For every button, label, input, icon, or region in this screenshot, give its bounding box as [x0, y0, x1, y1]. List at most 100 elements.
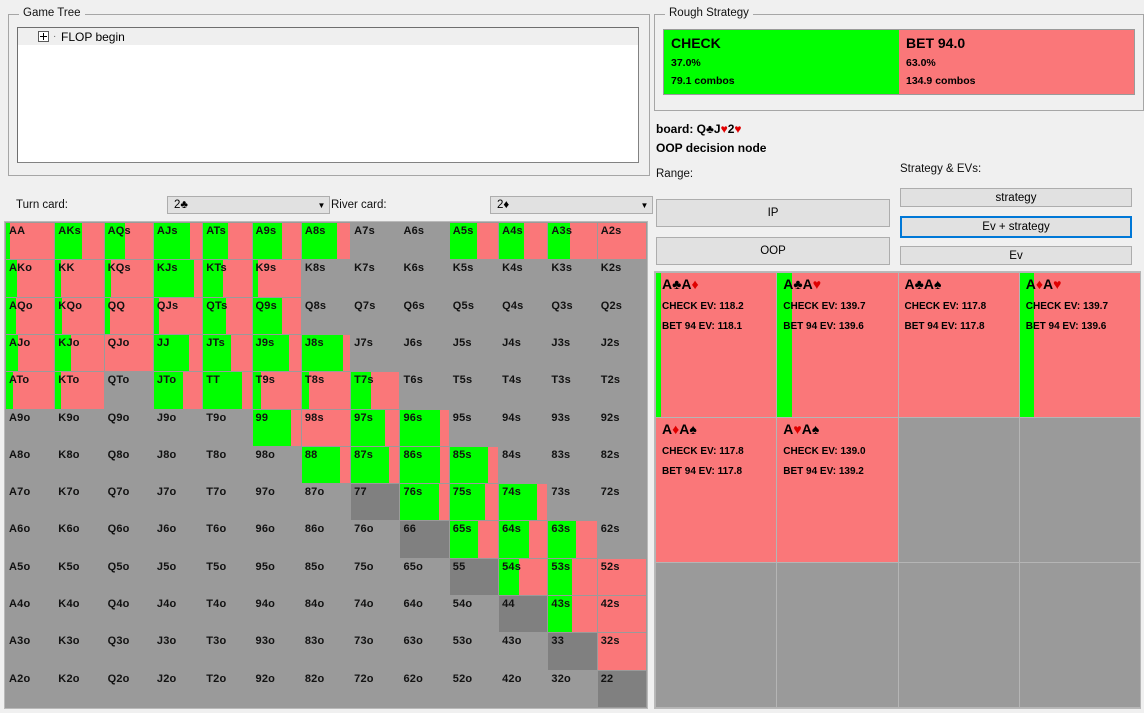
- range-cell[interactable]: 85s: [449, 446, 499, 484]
- range-cell[interactable]: 54o: [449, 596, 499, 633]
- range-cell[interactable]: 22: [597, 670, 646, 707]
- range-cell[interactable]: T9o: [203, 409, 252, 446]
- range-cell[interactable]: Q6o: [104, 521, 153, 558]
- range-cell[interactable]: 64s: [499, 521, 548, 558]
- range-cell[interactable]: 76s: [400, 484, 449, 521]
- range-cell[interactable]: K9o: [55, 409, 104, 446]
- range-cell[interactable]: 83s: [548, 446, 597, 484]
- range-cell[interactable]: 73o: [351, 633, 400, 670]
- range-cell[interactable]: 84s: [499, 446, 548, 484]
- range-cell[interactable]: A4s: [499, 223, 548, 260]
- range-cell[interactable]: KK: [55, 260, 104, 297]
- range-cell[interactable]: AKs: [55, 223, 104, 260]
- hand-range-matrix[interactable]: AA AKs AQs AJs ATs A9s A8s A7s A6s A5s A4s A3s A2s AK…: [4, 221, 648, 709]
- range-cell[interactable]: 66: [400, 521, 449, 558]
- range-cell[interactable]: KTs: [203, 260, 252, 297]
- range-cell[interactable]: 93o: [252, 633, 301, 670]
- game-tree-list[interactable]: · FLOP begin: [17, 27, 639, 163]
- range-cell[interactable]: 73s: [548, 484, 597, 521]
- range-cell[interactable]: K4s: [499, 260, 548, 297]
- range-cell[interactable]: J4o: [153, 596, 203, 633]
- range-cell[interactable]: T2o: [203, 670, 252, 707]
- range-cell[interactable]: 53o: [449, 633, 499, 670]
- range-cell[interactable]: 74s: [499, 484, 548, 521]
- range-cell[interactable]: J9o: [153, 409, 203, 446]
- range-cell[interactable]: A5o: [6, 558, 55, 596]
- range-cell[interactable]: J7s: [351, 334, 400, 372]
- range-cell[interactable]: T6o: [203, 521, 252, 558]
- range-cell[interactable]: TT: [203, 372, 252, 409]
- range-cell[interactable]: 52s: [597, 558, 646, 596]
- range-cell[interactable]: ATo: [6, 372, 55, 409]
- hand-card[interactable]: A♣A♥ CHECK EV: 139.7 BET 94 EV: 139.6: [777, 273, 898, 417]
- range-cell[interactable]: JTo: [153, 372, 203, 409]
- range-cell[interactable]: Q2s: [597, 297, 646, 334]
- range-cell[interactable]: 82o: [301, 670, 351, 707]
- range-cell[interactable]: 65s: [449, 521, 499, 558]
- range-cell[interactable]: 64o: [400, 596, 449, 633]
- range-cell[interactable]: 86s: [400, 446, 449, 484]
- range-cell[interactable]: KQs: [104, 260, 153, 297]
- range-cell[interactable]: Q8o: [104, 446, 153, 484]
- range-cell[interactable]: 53s: [548, 558, 597, 596]
- range-cell[interactable]: 76o: [351, 521, 400, 558]
- range-cell[interactable]: QJs: [153, 297, 203, 334]
- range-cell[interactable]: Q5s: [449, 297, 499, 334]
- range-cell[interactable]: T5s: [449, 372, 499, 409]
- range-cell[interactable]: AQs: [104, 223, 153, 260]
- range-cell[interactable]: T4o: [203, 596, 252, 633]
- range-cell[interactable]: K3s: [548, 260, 597, 297]
- range-cell[interactable]: JTs: [203, 334, 252, 372]
- range-cell[interactable]: T3s: [548, 372, 597, 409]
- range-cell[interactable]: 52o: [449, 670, 499, 707]
- range-cell[interactable]: K7s: [351, 260, 400, 297]
- range-cell[interactable]: 95o: [252, 558, 301, 596]
- range-cell[interactable]: 32o: [548, 670, 597, 707]
- hand-card[interactable]: A♥A♠ CHECK EV: 139.0 BET 94 EV: 139.2: [777, 418, 898, 562]
- range-cell[interactable]: JJ: [153, 334, 203, 372]
- range-cell[interactable]: 75o: [351, 558, 400, 596]
- range-cell[interactable]: Q4o: [104, 596, 153, 633]
- range-cell[interactable]: 44: [499, 596, 548, 633]
- range-cell[interactable]: K8s: [301, 260, 351, 297]
- range-cell[interactable]: Q7s: [351, 297, 400, 334]
- range-cell[interactable]: QQ: [104, 297, 153, 334]
- range-cell[interactable]: J3o: [153, 633, 203, 670]
- range-cell[interactable]: A8o: [6, 446, 55, 484]
- range-cell[interactable]: 93s: [548, 409, 597, 446]
- range-cell[interactable]: 97s: [351, 409, 400, 446]
- range-cell[interactable]: J2o: [153, 670, 203, 707]
- range-cell[interactable]: 84o: [301, 596, 351, 633]
- range-cell[interactable]: 63o: [400, 633, 449, 670]
- range-cell[interactable]: 92o: [252, 670, 301, 707]
- hand-card[interactable]: A♣A♠ CHECK EV: 117.8 BET 94 EV: 117.8: [898, 273, 1019, 417]
- range-cell[interactable]: T7s: [351, 372, 400, 409]
- range-cell[interactable]: A4o: [6, 596, 55, 633]
- range-cell[interactable]: 82s: [597, 446, 646, 484]
- range-cell[interactable]: K5o: [55, 558, 104, 596]
- range-cell[interactable]: 87s: [351, 446, 400, 484]
- range-cell[interactable]: 62s: [597, 521, 646, 558]
- range-cell[interactable]: 63s: [548, 521, 597, 558]
- range-cell[interactable]: 55: [449, 558, 499, 596]
- range-cell[interactable]: K2s: [597, 260, 646, 297]
- range-cell[interactable]: Q2o: [104, 670, 153, 707]
- range-ip-button[interactable]: IP: [656, 199, 890, 227]
- range-cell[interactable]: QJo: [104, 334, 153, 372]
- range-cell[interactable]: T8s: [301, 372, 351, 409]
- range-cell[interactable]: 83o: [301, 633, 351, 670]
- view-ev-button[interactable]: Ev: [900, 246, 1132, 265]
- range-cell[interactable]: K2o: [55, 670, 104, 707]
- range-cell[interactable]: K8o: [55, 446, 104, 484]
- range-cell[interactable]: A5s: [449, 223, 499, 260]
- range-cell[interactable]: A6s: [400, 223, 449, 260]
- range-cell[interactable]: 62o: [400, 670, 449, 707]
- range-cell[interactable]: 33: [548, 633, 597, 670]
- range-cell[interactable]: 98o: [252, 446, 301, 484]
- range-cell[interactable]: 95s: [449, 409, 499, 446]
- range-oop-button[interactable]: OOP: [656, 237, 890, 265]
- river-card-select[interactable]: 2♦ ▼: [490, 196, 653, 214]
- range-cell[interactable]: A2s: [597, 223, 646, 260]
- range-cell[interactable]: A8s: [301, 223, 351, 260]
- range-cell[interactable]: J5s: [449, 334, 499, 372]
